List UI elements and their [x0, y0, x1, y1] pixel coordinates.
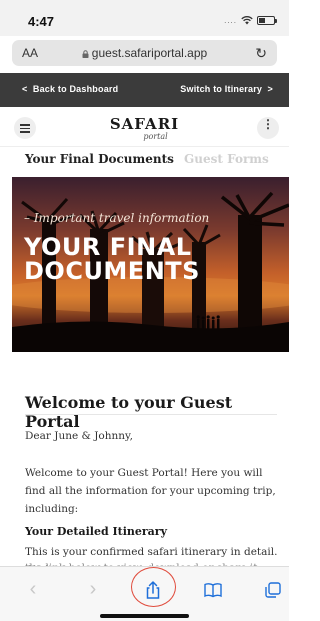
share-button[interactable] — [142, 579, 164, 601]
browser-toolbar: ‹ › — [0, 566, 289, 621]
battery-icon — [257, 15, 277, 25]
hero-title-line-2: DOCUMENTS — [24, 257, 200, 285]
status-time: 4:47 — [28, 14, 55, 29]
itinerary-heading: Your Detailed Itinerary — [25, 525, 167, 538]
status-bar: 4:47 .... — [0, 0, 289, 36]
document-tabs: Your Final Documents Guest Forms — [0, 147, 289, 173]
site-header: SAFARI portal ⋮ — [0, 107, 289, 147]
tab-guest-forms[interactable]: Guest Forms — [184, 152, 269, 166]
switch-to-itinerary-label: Switch to Itinerary — [180, 84, 263, 94]
logo-main-text: SAFARI — [109, 115, 180, 133]
intro-paragraph: Welcome to your Guest Portal! Here you w… — [25, 467, 276, 515]
welcome-heading: Welcome to your Guest Portal — [25, 393, 233, 431]
hero-title: YOUR FINAL DOCUMENTS — [24, 235, 200, 283]
hero-kicker: – Important travel information — [24, 211, 210, 225]
hero-title-line-1: YOUR FINAL — [24, 233, 192, 261]
greeting-text: Dear June & Johnny, — [25, 430, 133, 442]
tab-your-final-documents[interactable]: Your Final Documents — [25, 152, 174, 166]
lock-icon — [82, 50, 89, 58]
signal-icon: .... — [224, 15, 237, 25]
home-indicator[interactable] — [100, 614, 189, 618]
battery-level — [259, 17, 266, 23]
logo-sub-text: portal — [143, 132, 168, 141]
more-icon[interactable]: ⋮ — [257, 117, 279, 139]
forward-arrow-icon: > — [267, 84, 273, 94]
wifi-icon — [241, 16, 253, 25]
portal-nav-bar: < Back to Dashboard Switch to Itinerary … — [0, 73, 289, 107]
hero-banner: – Important travel information YOUR FINA… — [12, 177, 289, 352]
switch-to-itinerary-link[interactable]: Switch to Itinerary > — [180, 84, 273, 94]
back-to-dashboard-link[interactable]: < Back to Dashboard — [22, 84, 118, 94]
share-icon — [146, 581, 160, 599]
back-button[interactable]: ‹ — [22, 579, 44, 601]
forward-button[interactable]: › — [82, 579, 104, 601]
back-arrow-icon: < — [22, 84, 28, 94]
reload-icon[interactable]: ↻ — [255, 45, 267, 62]
tabs-icon — [265, 582, 281, 598]
address-bar[interactable]: AA guest.safariportal.app ↻ — [12, 40, 277, 66]
heading-divider — [25, 414, 277, 415]
status-icons: .... — [224, 15, 277, 25]
site-logo[interactable]: SAFARI portal — [0, 115, 289, 141]
bookmarks-icon — [204, 583, 222, 598]
back-to-dashboard-label: Back to Dashboard — [32, 84, 119, 94]
url-text: guest.safariportal.app — [91, 46, 208, 60]
url-field[interactable]: guest.safariportal.app — [12, 46, 277, 60]
bookmarks-button[interactable] — [202, 579, 224, 601]
tabs-button[interactable] — [262, 579, 284, 601]
